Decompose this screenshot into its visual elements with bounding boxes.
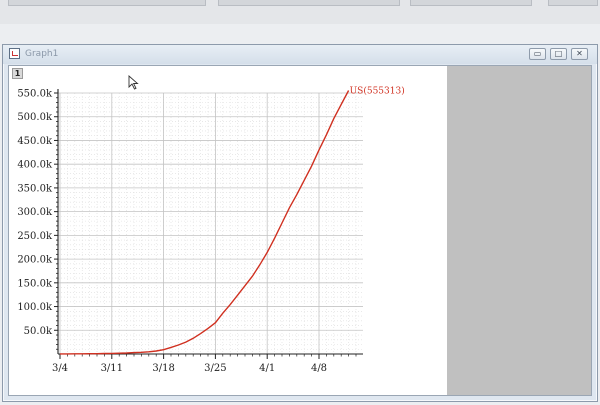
y-tick-label: 450.0k xyxy=(17,136,53,147)
chart-axes xyxy=(57,89,363,355)
y-tick-label: 100.0k xyxy=(17,302,53,313)
y-tick-label: 150.0k xyxy=(17,278,53,289)
x-tick-label: 4/8 xyxy=(311,363,327,374)
series-line xyxy=(60,90,350,355)
y-tick-label: 550.0k xyxy=(17,89,53,100)
series-label: US(555313) xyxy=(350,85,405,96)
y-tick-label: 350.0k xyxy=(17,183,53,194)
x-tick-label: 3/18 xyxy=(152,363,174,374)
x-tick-label: 3/11 xyxy=(101,363,123,374)
x-axis-ticks: 3/4 3/11 3/18 3/25 4/1 4/8 xyxy=(52,354,357,374)
y-tick-label: 500.0k xyxy=(17,112,53,123)
chart-grid xyxy=(58,92,363,354)
x-tick-label: 3/25 xyxy=(204,363,226,374)
y-tick-label: 50.0k xyxy=(24,326,53,337)
y-tick-label: 300.0k xyxy=(17,207,53,218)
x-tick-label: 4/1 xyxy=(259,363,275,374)
line-chart[interactable]: 50.0k 100.0k 150.0k 200.0k 250.0k 300.0k 350.0… xyxy=(0,0,600,405)
y-axis-ticks: 50.0k 100.0k 150.0k 200.0k 250.0k 300.0k 350.0… xyxy=(17,89,58,350)
mouse-cursor-icon xyxy=(128,75,139,90)
x-tick-label: 3/4 xyxy=(52,363,68,374)
y-tick-label: 400.0k xyxy=(17,160,53,171)
y-tick-label: 200.0k xyxy=(17,255,53,266)
y-tick-label: 250.0k xyxy=(17,231,53,242)
